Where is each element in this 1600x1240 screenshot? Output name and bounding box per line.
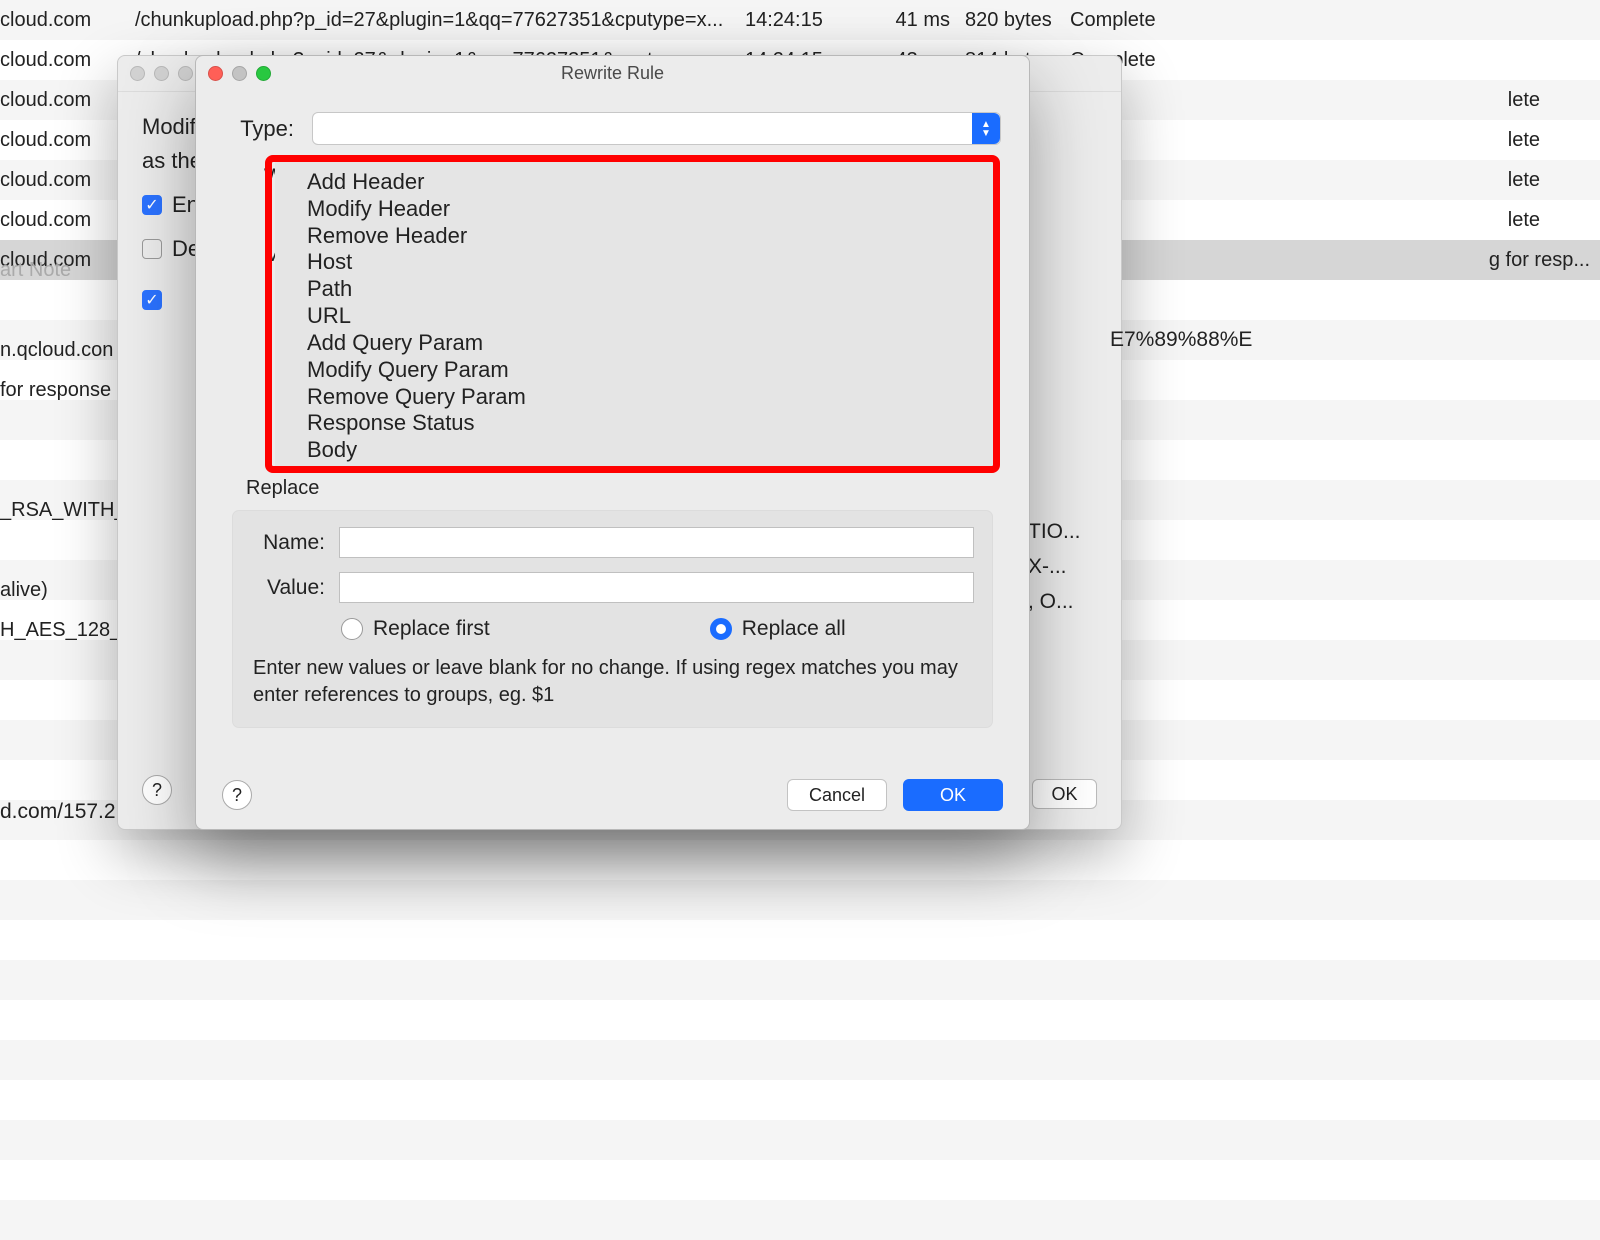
replace-section-label: Replace xyxy=(246,477,1001,500)
zoom-icon[interactable] xyxy=(178,66,193,81)
right-peek: E7%89%88%E xyxy=(1110,328,1252,352)
value-label: Value: xyxy=(251,576,325,600)
value-input[interactable] xyxy=(339,572,974,603)
type-option-modify-query-param[interactable]: Modify Query Param xyxy=(307,357,961,384)
type-option-modify-header[interactable]: Modify Header xyxy=(307,196,961,223)
debug-checkbox[interactable] xyxy=(142,239,162,259)
enable-checkbox[interactable]: ✓ xyxy=(142,195,162,215)
titlebar[interactable]: Rewrite Rule xyxy=(196,56,1029,90)
close-icon[interactable] xyxy=(130,66,145,81)
dialog-title: Rewrite Rule xyxy=(196,63,1029,84)
hint-text: Enter new values or leave blank for no c… xyxy=(251,653,974,709)
cell-status: Complete xyxy=(1070,49,1600,72)
list-item-checkbox[interactable]: ✓ xyxy=(142,290,162,310)
replace-first-radio[interactable] xyxy=(341,618,363,640)
cell-host: cloud.com xyxy=(0,49,135,72)
type-option-add-header[interactable]: Add Header xyxy=(307,169,961,196)
help-button[interactable]: ? xyxy=(142,775,172,805)
ok-button[interactable]: OK xyxy=(903,779,1003,811)
type-option-url[interactable]: URL xyxy=(307,303,961,330)
help-button[interactable]: ? xyxy=(222,780,252,810)
type-option-response-status[interactable]: Response Status xyxy=(307,410,961,437)
lower-url-peek: d.com/157.2 xyxy=(0,800,116,824)
type-option-remove-query-param[interactable]: Remove Query Param xyxy=(307,384,961,411)
cell-size: 820 bytes xyxy=(965,9,1070,32)
cell-status: Complete xyxy=(1070,9,1600,32)
type-label: Type: xyxy=(224,116,294,142)
cell-host: cloud.com xyxy=(0,89,135,112)
replace-all-label: Replace all xyxy=(742,617,846,640)
cell-duration: 41 ms xyxy=(870,9,965,32)
cell-path: /chunkupload.php?p_id=27&plugin=1&qq=776… xyxy=(135,9,745,32)
name-input[interactable] xyxy=(339,527,974,558)
cell-host: cloud.com xyxy=(0,209,135,232)
right-peek: , O... xyxy=(1028,590,1074,614)
type-option-remove-header[interactable]: Remove Header xyxy=(307,223,961,250)
type-option-body[interactable]: Body xyxy=(307,437,961,464)
minimize-icon[interactable] xyxy=(154,66,169,81)
chevron-up-down-icon[interactable]: ▲▼ xyxy=(972,113,1000,144)
type-option-path[interactable]: Path xyxy=(307,276,961,303)
type-dropdown[interactable]: Add Header Modify Header Remove Header H… xyxy=(275,157,993,469)
cell-host: cloud.com xyxy=(0,129,135,152)
replace-group: Name: Value: Replace first Replace all E… xyxy=(232,510,993,728)
cancel-button[interactable]: Cancel xyxy=(787,779,887,811)
ok-button[interactable]: OK xyxy=(1032,779,1097,809)
replace-all-radio[interactable] xyxy=(710,618,732,640)
name-label: Name: xyxy=(251,531,325,555)
cell-time: 14:24:15 xyxy=(745,9,870,32)
type-option-add-query-param[interactable]: Add Query Param xyxy=(307,330,961,357)
replace-first-label: Replace first xyxy=(373,617,490,640)
cell-host: cloud.com xyxy=(0,169,135,192)
type-option-host[interactable]: Host xyxy=(307,249,961,276)
cell-host: cloud.com xyxy=(0,9,135,32)
right-peek: X-... xyxy=(1028,555,1067,579)
type-select[interactable]: ▲▼ xyxy=(312,112,1001,145)
right-peek: TIO... xyxy=(1028,520,1081,544)
table-row[interactable]: cloud.com /chunkupload.php?p_id=27&plugi… xyxy=(0,0,1600,40)
